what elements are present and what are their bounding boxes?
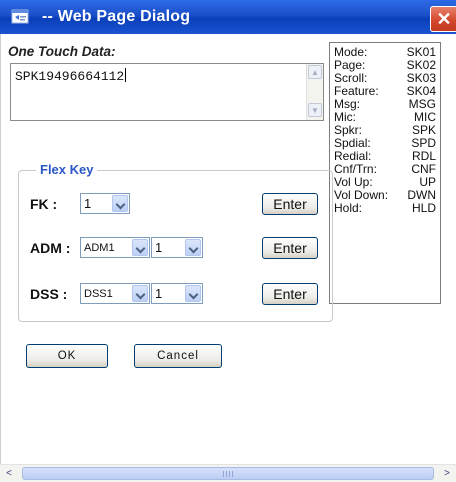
dss-label: DSS :: [30, 286, 68, 302]
scroll-right-icon[interactable]: >: [439, 466, 455, 481]
text-caret: [125, 68, 127, 82]
adm-number-select[interactable]: 1: [151, 237, 203, 258]
one-touch-data-field[interactable]: SPK19496664112 ▲ ▼: [10, 63, 324, 121]
scroll-down-icon[interactable]: ▼: [308, 103, 322, 117]
adm-label: ADM :: [30, 240, 71, 256]
adm-select[interactable]: ADM1: [80, 237, 150, 258]
cancel-button[interactable]: Cancel: [134, 344, 222, 368]
dss-enter-button[interactable]: Enter: [262, 283, 318, 305]
adm-select-value: ADM1: [84, 242, 115, 254]
adm-enter-button[interactable]: Enter: [262, 237, 318, 259]
chevron-down-icon[interactable]: [132, 285, 148, 302]
legend-key-code: HLD: [411, 201, 436, 215]
one-touch-data-value: SPK19496664112: [15, 68, 127, 84]
horizontal-scrollbar[interactable]: < >: [0, 464, 456, 482]
adm-number-value: 1: [155, 240, 163, 255]
chevron-down-icon[interactable]: [112, 195, 128, 212]
ok-button[interactable]: OK: [26, 344, 108, 368]
fk-label: FK :: [30, 196, 58, 212]
flex-key-legend: Flex Key: [36, 162, 98, 177]
fk-enter-button[interactable]: Enter: [262, 193, 318, 215]
one-touch-data-label: One Touch Data:: [8, 44, 116, 59]
dialog-window-icon: [11, 9, 29, 24]
scroll-left-icon[interactable]: <: [1, 466, 17, 481]
scrollbar-grip-icon: [223, 471, 235, 477]
fk-select[interactable]: 1: [80, 193, 130, 214]
legend-row: Hold: HLD: [334, 202, 436, 215]
textarea-scrollbar[interactable]: ▲ ▼: [306, 64, 323, 120]
scrollbar-thumb[interactable]: [22, 467, 434, 480]
key-code-legend: Mode: SK01 Page: SK02 Scroll: SK03 Feature: SK0…: [329, 42, 441, 304]
chevron-down-icon[interactable]: [185, 285, 201, 302]
fk-select-value: 1: [84, 196, 92, 211]
chevron-down-icon[interactable]: [132, 239, 148, 256]
dss-select-value: DSS1: [84, 288, 113, 300]
close-icon: ✕: [436, 9, 452, 29]
legend-key-name: Hold:: [334, 201, 363, 215]
dss-number-select[interactable]: 1: [151, 283, 203, 304]
close-button[interactable]: ✕: [430, 6, 456, 32]
title-bar: -- Web Page Dialog ✕: [0, 0, 456, 34]
dss-number-value: 1: [155, 286, 163, 301]
scroll-up-icon[interactable]: ▲: [308, 65, 322, 79]
chevron-down-icon[interactable]: [185, 239, 201, 256]
dss-select[interactable]: DSS1: [80, 283, 150, 304]
window-title: -- Web Page Dialog: [42, 8, 191, 25]
